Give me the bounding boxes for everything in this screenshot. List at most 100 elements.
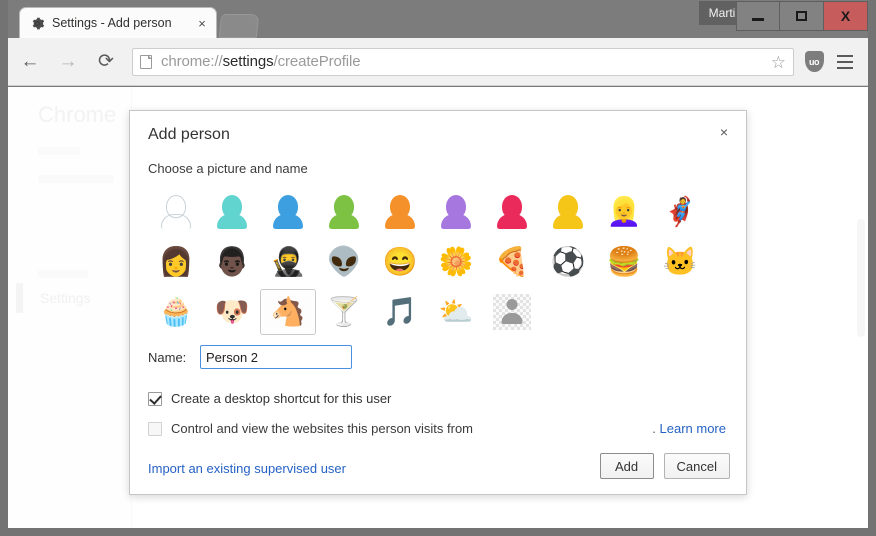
avatar-silhouette-orange[interactable] <box>372 189 428 235</box>
avatar-woman-sunglasses-glyph: 👩 <box>158 246 194 277</box>
dialog-close-icon[interactable]: × <box>714 122 734 142</box>
forward-button[interactable]: → <box>52 46 84 78</box>
avatar-cat-glyph: 🐱 <box>662 246 698 277</box>
shield-icon-label: uo <box>804 51 824 72</box>
browser-window: Martin X Settings - Add person × ← → ⟳ c… <box>0 0 876 536</box>
avatar-burger[interactable]: 🍔 <box>596 239 652 285</box>
window-border-bottom <box>0 528 876 536</box>
cancel-button[interactable]: Cancel <box>663 453 730 479</box>
silhouette-icon <box>553 195 583 229</box>
avatar-silhouette-purple[interactable] <box>428 189 484 235</box>
avatar-dog[interactable]: 🐶 <box>204 289 260 335</box>
generic-person-icon <box>493 294 531 330</box>
avatar-row: 👩 👨🏿 🥷 👽 😄 🌼 🍕 ⚽ 🍔 🐱 <box>148 237 728 287</box>
address-bar[interactable]: chrome://settings/createProfile ☆ <box>132 47 794 76</box>
avatar-cupcake-glyph: 🧁 <box>158 296 194 327</box>
avatar-picker-grid: 👱‍♀️ 🦸 👩 👨🏿 🥷 👽 😄 🌼 🍕 ⚽ 🍔 🐱 🧁 🐶 🐴 🍸 🎵 ⛅ <box>148 187 728 337</box>
silhouette-icon <box>385 195 415 229</box>
supervised-user-checkbox[interactable] <box>148 421 162 436</box>
back-button[interactable]: ← <box>14 46 46 78</box>
avatar-flower-glyph: 🌼 <box>438 246 474 277</box>
learn-more-link[interactable]: Learn more <box>660 421 726 436</box>
extension-shield-icon[interactable]: uo <box>802 49 826 75</box>
dialog-button-bar: Add Cancel <box>599 453 730 479</box>
avatar-flower[interactable]: 🌼 <box>428 239 484 285</box>
avatar-sun-cloud[interactable]: ⛅ <box>428 289 484 335</box>
window-border-left <box>0 0 8 536</box>
avatar-cupcake[interactable]: 🧁 <box>148 289 204 335</box>
avatar-cat[interactable]: 🐱 <box>652 239 708 285</box>
avatar-silhouette-blue[interactable] <box>260 189 316 235</box>
bookmark-star-icon[interactable]: ☆ <box>771 53 786 72</box>
avatar-smiley[interactable]: 😄 <box>372 239 428 285</box>
minimize-button[interactable] <box>736 1 780 31</box>
avatar-silhouette-red[interactable] <box>484 189 540 235</box>
avatar-burger-glyph: 🍔 <box>606 246 642 277</box>
avatar-man[interactable]: 👨🏿 <box>204 239 260 285</box>
avatar-row: 🧁 🐶 🐴 🍸 🎵 ⛅ <box>148 287 728 337</box>
add-button[interactable]: Add <box>599 453 654 479</box>
name-input[interactable] <box>200 345 352 369</box>
avatar-smiley-glyph: 😄 <box>382 246 418 277</box>
avatar-alien-glyph: 👽 <box>326 246 362 277</box>
avatar-horse[interactable]: 🐴 <box>260 289 316 335</box>
avatar-pizza-glyph: 🍕 <box>494 246 530 277</box>
avatar-soccer-ball[interactable]: ⚽ <box>540 239 596 285</box>
browser-toolbar: ← → ⟳ chrome://settings/createProfile ☆ … <box>8 38 868 86</box>
silhouette-icon <box>273 195 303 229</box>
avatar-horse-glyph: 🐴 <box>270 296 306 327</box>
desktop-shortcut-label: Create a desktop shortcut for this user <box>171 391 392 406</box>
gear-icon <box>30 16 45 31</box>
avatar-silhouette-teal[interactable] <box>204 189 260 235</box>
new-tab-button[interactable] <box>218 14 260 38</box>
avatar-soccer-ball-glyph: ⚽ <box>550 246 586 277</box>
browser-tab[interactable]: Settings - Add person × <box>20 8 216 38</box>
dialog-subtitle: Choose a picture and name <box>148 161 308 176</box>
desktop-shortcut-checkbox[interactable] <box>148 391 162 406</box>
desktop-shortcut-row[interactable]: Create a desktop shortcut for this user <box>148 391 391 406</box>
silhouette-icon <box>217 195 247 229</box>
avatar-blonde-woman[interactable]: 👱‍♀️ <box>596 189 652 235</box>
avatar-silhouette-yellow[interactable] <box>540 189 596 235</box>
close-window-button[interactable]: X <box>824 1 868 31</box>
avatar-row: 👱‍♀️ 🦸 <box>148 187 728 237</box>
address-bar-url: chrome://settings/createProfile <box>161 53 361 70</box>
supervised-user-row[interactable]: Control and view the websites this perso… <box>148 421 473 436</box>
url-host: settings <box>222 53 274 70</box>
avatar-superhero-man-glyph: 🦸 <box>662 196 698 227</box>
avatar-pizza[interactable]: 🍕 <box>484 239 540 285</box>
silhouette-icon <box>441 195 471 229</box>
avatar-cocktail[interactable]: 🍸 <box>316 289 372 335</box>
avatar-man-glyph: 👨🏿 <box>214 246 250 277</box>
learn-more-container: . Learn more <box>652 421 726 436</box>
maximize-button[interactable] <box>780 1 824 31</box>
close-icon: X <box>840 8 851 24</box>
avatar-ninja-glyph: 🥷 <box>270 246 306 277</box>
silhouette-icon <box>497 195 527 229</box>
avatar-ninja[interactable]: 🥷 <box>260 239 316 285</box>
avatar-silhouette-green[interactable] <box>316 189 372 235</box>
avatar-generic-person[interactable] <box>484 289 540 335</box>
avatar-sun-cloud-glyph: ⛅ <box>438 296 474 327</box>
window-border-right <box>868 0 876 536</box>
avatar-alien[interactable]: 👽 <box>316 239 372 285</box>
avatar-music-note-glyph: 🎵 <box>382 296 418 327</box>
window-controls: X <box>736 1 868 31</box>
title-bar: Martin X Settings - Add person × <box>8 0 868 38</box>
silhouette-icon <box>329 195 359 229</box>
avatar-superhero-man[interactable]: 🦸 <box>652 189 708 235</box>
avatar-woman-sunglasses[interactable]: 👩 <box>148 239 204 285</box>
add-person-dialog: × Add person Choose a picture and name 👱… <box>129 110 747 495</box>
reload-button[interactable]: ⟳ <box>90 46 122 78</box>
chrome-menu-icon[interactable] <box>830 47 860 77</box>
avatar-silhouette-white[interactable] <box>148 189 204 235</box>
name-field-row: Name: <box>148 345 352 369</box>
avatar-music-note[interactable]: 🎵 <box>372 289 428 335</box>
avatar-dog-glyph: 🐶 <box>214 296 250 327</box>
avatar-cocktail-glyph: 🍸 <box>326 296 362 327</box>
silhouette-icon <box>161 195 191 229</box>
url-scheme: chrome:// <box>161 53 223 70</box>
import-supervised-user-link[interactable]: Import an existing supervised user <box>148 461 346 476</box>
url-path: /createProfile <box>273 53 361 70</box>
tab-close-icon[interactable]: × <box>194 16 210 31</box>
